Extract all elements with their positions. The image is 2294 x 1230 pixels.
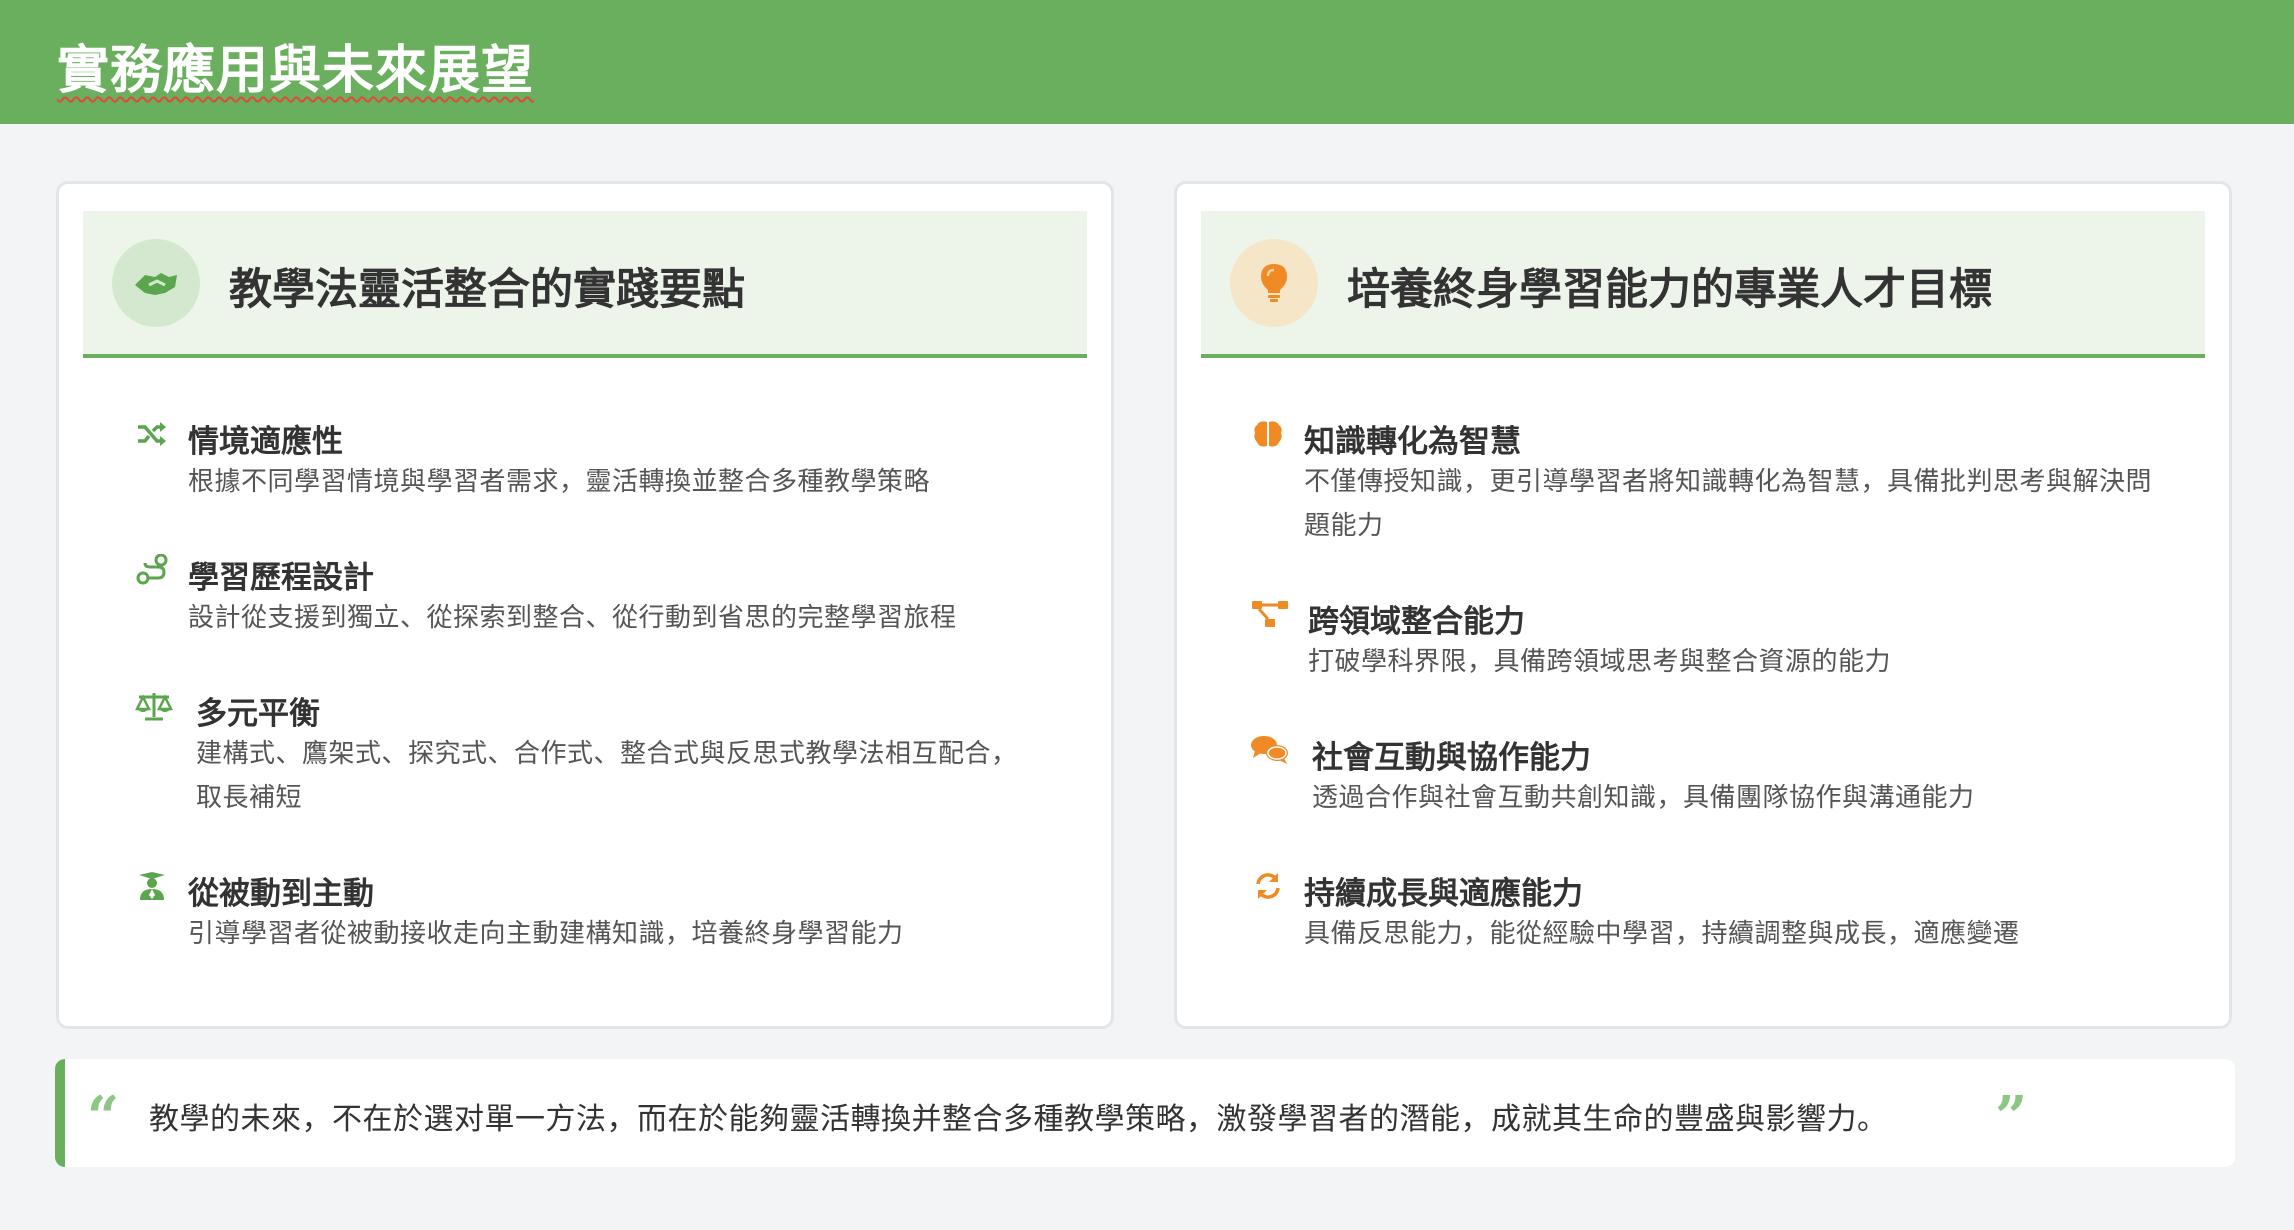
item-desc: 建構式、鷹架式、探究式、合作式、整合式與反思式教學法相互配合，取長補短 — [196, 739, 1018, 813]
item-desc: 具備反思能力，能從經驗中學習，持續調整與成長，適應變遷 — [1304, 919, 2020, 949]
quote-text: 教學的未來，不在於選对單一方法，而在於能夠靈活轉換并整合多種教學策略，激發學習者… — [149, 1102, 1888, 1137]
balance-scale-icon — [134, 688, 174, 724]
brain-icon — [1250, 416, 1286, 452]
sync-icon — [1250, 868, 1286, 904]
list-item: 跨領域整合能力 打破學科界限，具備跨領域思考與整合資源的能力 — [1250, 596, 2210, 686]
item-desc: 根據不同學習情境與學習者需求，靈活轉換並整合多種教學策略 — [188, 467, 931, 497]
item-title: 社會互動與協作能力 — [1312, 740, 1591, 776]
item-title: 跨領域整合能力 — [1308, 604, 1525, 640]
graduate-icon — [134, 868, 170, 904]
card-title: 培養終身學習能力的專業人才目標 — [1347, 265, 1992, 315]
list-item: 學習歷程設計 設計從支援到獨立、從探索到整合、從行動到省思的完整學習旅程 — [134, 552, 1094, 642]
project-diagram-icon — [1250, 596, 1290, 632]
lightbulb-icon — [1230, 239, 1318, 327]
item-title: 從被動到主動 — [188, 876, 374, 912]
card-title: 教學法靈活整合的實踐要點 — [229, 265, 745, 315]
handshake-icon — [112, 239, 200, 327]
item-title: 學習歷程設計 — [188, 560, 374, 596]
lifelong-learning-card: 培養終身學習能力的專業人才目標 知識轉化為智慧 不僅傳授知識，更引導學習者將知識… — [1174, 181, 2232, 1029]
list-item: 社會互動與協作能力 透過合作與社會互動共創知識，具備團隊協作與溝通能力 — [1250, 732, 2210, 822]
item-title: 情境適應性 — [188, 424, 343, 460]
practice-points-card: 教學法靈活整合的實踐要點 情境適應性 根據不同學習情境與學習者需求，靈活轉換並整… — [56, 181, 1114, 1029]
list-item: 多元平衡 建構式、鷹架式、探究式、合作式、整合式與反思式教學法相互配合，取長補短 — [134, 688, 1094, 818]
page-title: 實務應用與未來展望 — [57, 41, 535, 101]
card-header: 培養終身學習能力的專業人才目標 — [1201, 211, 2205, 358]
card-header: 教學法靈活整合的實踐要點 — [83, 211, 1087, 358]
route-icon — [134, 552, 170, 588]
quote-open-mark: “ — [87, 1084, 120, 1150]
quote-close-mark: ” — [1995, 1084, 2028, 1150]
list-item: 持續成長與適應能力 具備反思能力，能從經驗中學習，持續調整與成長，適應變遷 — [1250, 868, 2210, 958]
list-item: 情境適應性 根據不同學習情境與學習者需求，靈活轉換並整合多種教學策略 — [134, 416, 1094, 506]
shuffle-icon — [134, 416, 170, 452]
item-desc: 打破學科界限，具備跨領域思考與整合資源的能力 — [1308, 647, 1892, 677]
item-title: 多元平衡 — [196, 696, 320, 732]
item-desc: 透過合作與社會互動共創知識，具備團隊協作與溝通能力 — [1312, 783, 1975, 813]
item-desc: 設計從支援到獨立、從探索到整合、從行動到省思的完整學習旅程 — [188, 603, 957, 633]
item-desc: 不僅傳授知識，更引導學習者將知識轉化為智慧，具備批判思考與解決問題能力 — [1304, 467, 2153, 541]
item-desc: 引導學習者從被動接收走向主動建構知識，培養終身學習能力 — [188, 919, 904, 949]
quote-box: “ 教學的未來，不在於選对單一方法，而在於能夠靈活轉換并整合多種教學策略，激發學… — [55, 1059, 2235, 1167]
page-header: 實務應用與未來展望 — [0, 0, 2294, 124]
list-item: 從被動到主動 引導學習者從被動接收走向主動建構知識，培養終身學習能力 — [134, 868, 1094, 958]
comments-icon — [1250, 732, 1290, 768]
item-title: 知識轉化為智慧 — [1304, 424, 1521, 460]
list-item: 知識轉化為智慧 不僅傳授知識，更引導學習者將知識轉化為智慧，具備批判思考與解決問… — [1250, 416, 2210, 546]
item-title: 持續成長與適應能力 — [1304, 876, 1583, 912]
